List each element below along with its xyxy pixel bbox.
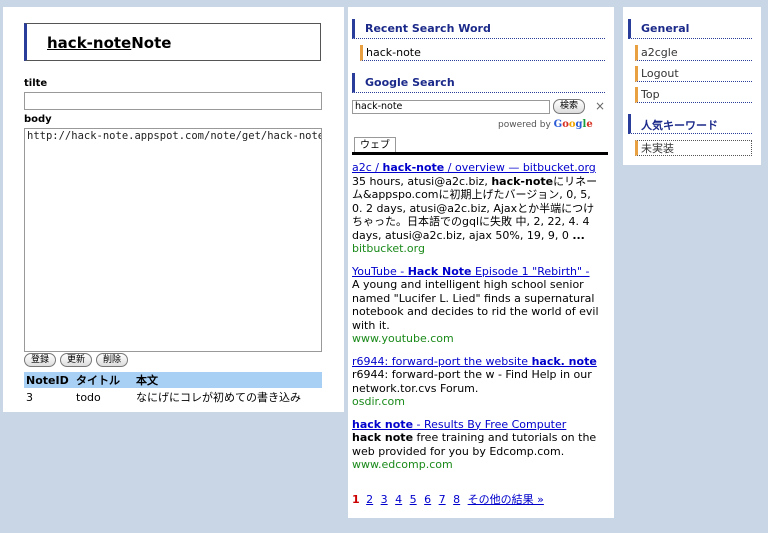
result-url: www.edcomp.com — [352, 458, 453, 471]
google-search-heading: Google Search — [352, 73, 605, 93]
tab-web[interactable]: ウェブ — [354, 137, 396, 152]
note-button-row: 登録 更新 削除 — [24, 353, 129, 367]
table-row[interactable]: 3 todo なにげにコレが初めての書き込み — [24, 388, 322, 406]
google-search-input[interactable]: hack-note — [352, 100, 550, 114]
title-input[interactable] — [24, 92, 322, 110]
page-link[interactable]: 3 — [381, 493, 388, 506]
cell-title: todo — [76, 390, 101, 404]
recent-word-text: hack-note — [366, 46, 421, 59]
close-icon[interactable]: × — [595, 99, 605, 113]
note-table: NoteID タイトル 本文 3 todo なにげにコレが初めての書き込み — [24, 372, 322, 406]
list-item: a2c / hack-note / overview — bitbucket.o… — [352, 161, 602, 256]
body-label: body — [24, 114, 52, 125]
body-textarea[interactable]: http://hack-note.appspot.com/note/get/ha… — [24, 128, 322, 352]
col-title: タイトル — [74, 372, 134, 388]
powered-by-text: powered by — [498, 120, 551, 130]
result-url: bitbucket.org — [352, 242, 425, 255]
page-link[interactable]: 4 — [395, 493, 402, 506]
col-body: 本文 — [134, 372, 322, 388]
register-button[interactable]: 登録 — [24, 353, 57, 367]
recent-word-item[interactable]: hack-note — [360, 45, 605, 61]
result-link[interactable]: r6944: forward-port the website hack. no… — [352, 355, 602, 369]
nav-item-a2cgle[interactable]: a2cgle — [635, 45, 752, 61]
result-link[interactable]: YouTube - Hack Note Episode 1 "Rebirth" … — [352, 265, 602, 279]
cell-noteid: 3 — [26, 390, 33, 404]
result-snippet: 35 hours, atusi@a2c.biz, hack-noteにリネーム&… — [352, 174, 598, 242]
note-panel: hack-noteNote tilte body http://hack-not… — [3, 7, 344, 412]
recent-search-heading: Recent Search Word — [352, 19, 605, 39]
page-link[interactable]: 6 — [424, 493, 431, 506]
title-suffix: Note — [131, 34, 172, 52]
search-panel: Recent Search Word hack-note Google Sear… — [348, 7, 614, 518]
google-search-heading-text: Google Search — [365, 76, 455, 89]
note-title-box: hack-noteNote — [24, 23, 321, 61]
page-link[interactable]: 7 — [439, 493, 446, 506]
powered-by-google: powered by Google — [498, 119, 593, 130]
result-snippet: hack note free training and tutorials on… — [352, 431, 597, 458]
result-link[interactable]: a2c / hack-note / overview — bitbucket.o… — [352, 161, 602, 175]
result-link[interactable]: hack note - Results By Free Computer — [352, 418, 602, 432]
nav-item-logout[interactable]: Logout — [635, 66, 752, 82]
search-results: a2c / hack-note / overview — bitbucket.o… — [352, 161, 602, 481]
cell-body: なにげにコレが初めての書き込み — [136, 391, 301, 404]
page-current: 1 — [352, 493, 360, 506]
page-link[interactable]: 5 — [410, 493, 417, 506]
list-item: YouTube - Hack Note Episode 1 "Rebirth" … — [352, 265, 602, 346]
delete-button[interactable]: 削除 — [96, 353, 129, 367]
result-snippet: A young and intelligent high school seni… — [352, 278, 599, 332]
recent-search-heading-text: Recent Search Word — [365, 22, 491, 35]
page-link[interactable]: 2 — [366, 493, 373, 506]
more-results-link[interactable]: その他の結果 » — [468, 493, 544, 506]
result-snippet: r6944: forward-port the w - Find Help in… — [352, 368, 592, 395]
table-header-row: NoteID タイトル 本文 — [24, 372, 322, 388]
google-search-button[interactable]: 検索 — [553, 99, 586, 114]
general-heading: General — [628, 19, 752, 39]
keyword-heading: 人気キーワード — [628, 114, 752, 134]
google-logo: Google — [553, 119, 593, 130]
result-url: www.youtube.com — [352, 332, 454, 345]
result-url: osdir.com — [352, 395, 406, 408]
keyword-item[interactable]: 未実装 — [635, 140, 752, 156]
list-item: r6944: forward-port the website hack. no… — [352, 355, 602, 409]
page-title: hack-noteNote — [47, 34, 171, 52]
list-item: hack note - Results By Free Computer hac… — [352, 418, 602, 472]
brand-link[interactable]: hack-note — [47, 34, 131, 52]
update-button[interactable]: 更新 — [60, 353, 93, 367]
general-panel: General a2cgle Logout Top 人気キーワード 未実装 — [623, 7, 761, 165]
col-noteid: NoteID — [24, 372, 74, 388]
keyword-heading-text: 人気キーワード — [641, 119, 718, 132]
title-label: tilte — [24, 78, 48, 89]
general-heading-text: General — [641, 22, 690, 35]
pagination: 1 2 3 4 5 6 7 8 その他の結果 » — [352, 491, 548, 507]
nav-item-top[interactable]: Top — [635, 87, 752, 103]
page-link[interactable]: 8 — [453, 493, 460, 506]
tab-divider — [352, 152, 608, 155]
